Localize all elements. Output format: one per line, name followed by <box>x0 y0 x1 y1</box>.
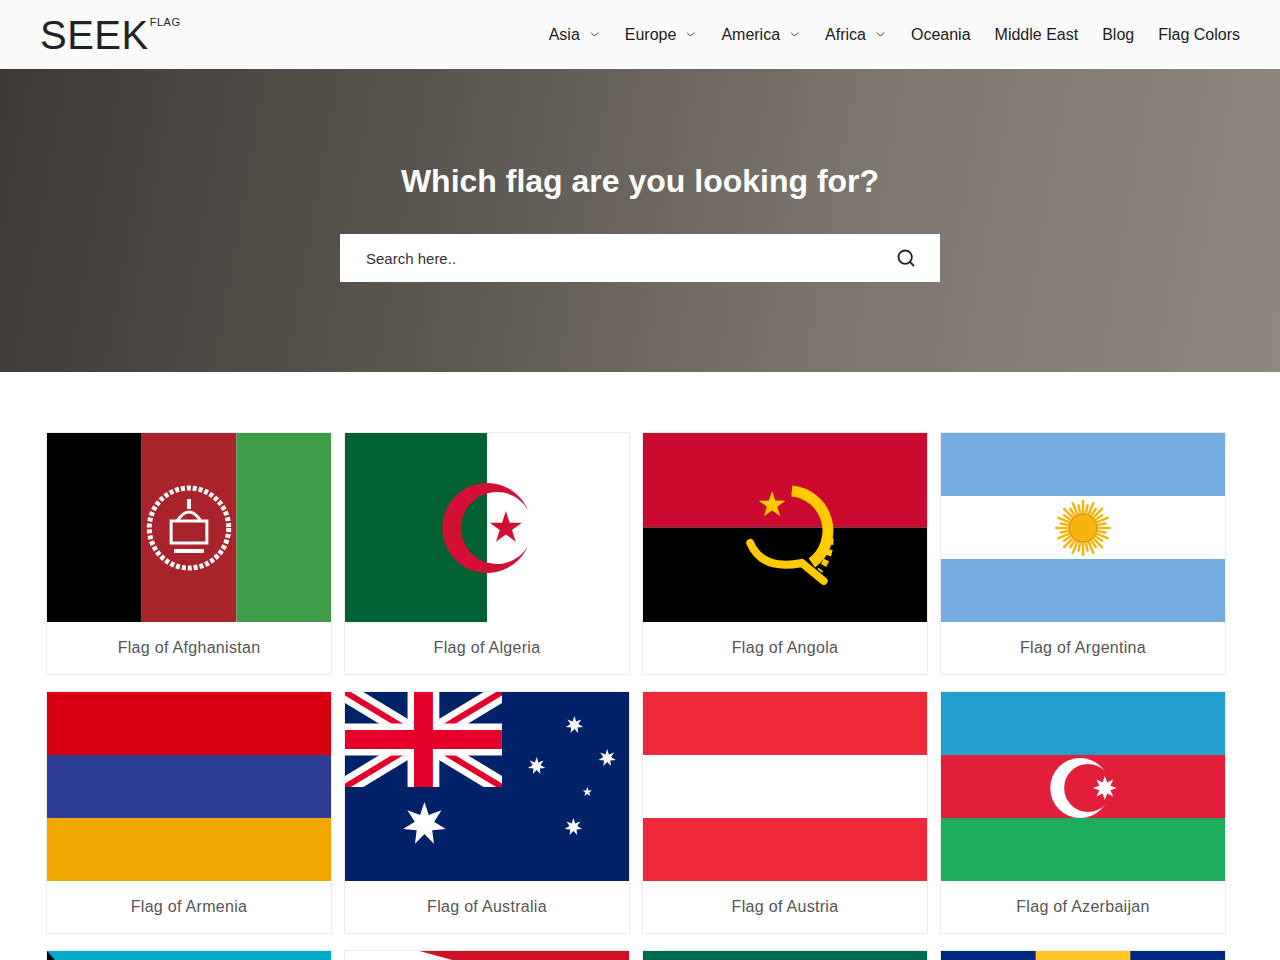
nav-label: Flag Colors <box>1158 26 1240 44</box>
nav-label: Africa <box>825 26 866 44</box>
flag-caption[interactable]: Flag of Australia <box>345 881 629 933</box>
nav-item[interactable]: Asia <box>549 26 601 44</box>
nav-label: Middle East <box>995 26 1079 44</box>
flag-caption[interactable]: Flag of Argentina <box>941 622 1225 674</box>
chevron-down-icon <box>588 28 601 41</box>
logo-tag: FLAG <box>150 16 181 28</box>
nav-item[interactable]: Blog <box>1102 26 1134 44</box>
chevron-down-icon <box>684 28 697 41</box>
flag-caption[interactable]: Flag of Azerbaijan <box>941 881 1225 933</box>
nav-label: America <box>721 26 780 44</box>
flag-grid: Flag of Afghanistan Flag of Algeria Flag o… <box>46 432 1226 960</box>
flag-caption[interactable]: Flag of Algeria <box>345 622 629 674</box>
hero-title: Which flag are you looking for? <box>401 161 879 201</box>
hero-banner: Which flag are you looking for? <box>0 69 1280 372</box>
flag-caption[interactable]: Flag of Angola <box>643 622 927 674</box>
chevron-down-icon <box>874 28 887 41</box>
nav-item[interactable]: Flag Colors <box>1158 26 1240 44</box>
logo-word: SEEK <box>40 13 149 57</box>
nav-item[interactable]: Africa <box>825 26 887 44</box>
nav-item[interactable]: America <box>721 26 801 44</box>
bahrain-flag-icon[interactable] <box>345 951 629 960</box>
page: SEEKFLAG Asia Europe America Africa Oceania Mi… <box>0 0 1280 960</box>
flag-caption[interactable]: Flag of Armenia <box>47 881 331 933</box>
azerbaijan-flag-icon[interactable] <box>941 692 1225 881</box>
argentina-flag-icon[interactable] <box>941 433 1225 622</box>
flag-card[interactable] <box>344 950 630 960</box>
nav-item[interactable]: Europe <box>625 26 698 44</box>
australia-flag-icon[interactable] <box>345 692 629 881</box>
flag-card[interactable]: Flag of Austria <box>642 691 928 934</box>
flag-card[interactable]: Flag of Azerbaijan <box>940 691 1226 934</box>
flag-card[interactable]: Flag of Argentina <box>940 432 1226 675</box>
bangladesh-flag-icon[interactable] <box>643 951 927 960</box>
nav-item[interactable]: Oceania <box>911 26 971 44</box>
flag-card[interactable]: Flag of Afghanistan <box>46 432 332 675</box>
nav-label: Blog <box>1102 26 1134 44</box>
flag-card[interactable]: Flag of Algeria <box>344 432 630 675</box>
flag-card[interactable] <box>46 950 332 960</box>
nav-item[interactable]: Middle East <box>995 26 1079 44</box>
search-input[interactable] <box>364 249 884 268</box>
chevron-down-icon <box>788 28 801 41</box>
search-box <box>340 234 940 282</box>
nav-label: Oceania <box>911 26 971 44</box>
nav-label: Asia <box>549 26 580 44</box>
flag-card[interactable]: Flag of Armenia <box>46 691 332 934</box>
main-nav: Asia Europe America Africa Oceania Middle Eas… <box>549 26 1240 44</box>
barbados-flag-icon[interactable] <box>941 951 1225 960</box>
armenia-flag-icon[interactable] <box>47 692 331 881</box>
site-header: SEEKFLAG Asia Europe America Africa Oceania Mi… <box>0 0 1280 69</box>
afghanistan-flag-icon[interactable] <box>47 433 331 622</box>
flag-card[interactable] <box>642 950 928 960</box>
search-icon[interactable] <box>896 248 916 268</box>
flag-caption[interactable]: Flag of Austria <box>643 881 927 933</box>
angola-flag-icon[interactable] <box>643 433 927 622</box>
flag-card[interactable]: Flag of Angola <box>642 432 928 675</box>
algeria-flag-icon[interactable] <box>345 433 629 622</box>
austria-flag-icon[interactable] <box>643 692 927 881</box>
flag-card[interactable]: Flag of Australia <box>344 691 630 934</box>
bahamas-flag-icon[interactable] <box>47 951 331 960</box>
site-logo[interactable]: SEEKFLAG <box>40 13 180 57</box>
flag-card[interactable] <box>940 950 1226 960</box>
nav-label: Europe <box>625 26 677 44</box>
flag-caption[interactable]: Flag of Afghanistan <box>47 622 331 674</box>
